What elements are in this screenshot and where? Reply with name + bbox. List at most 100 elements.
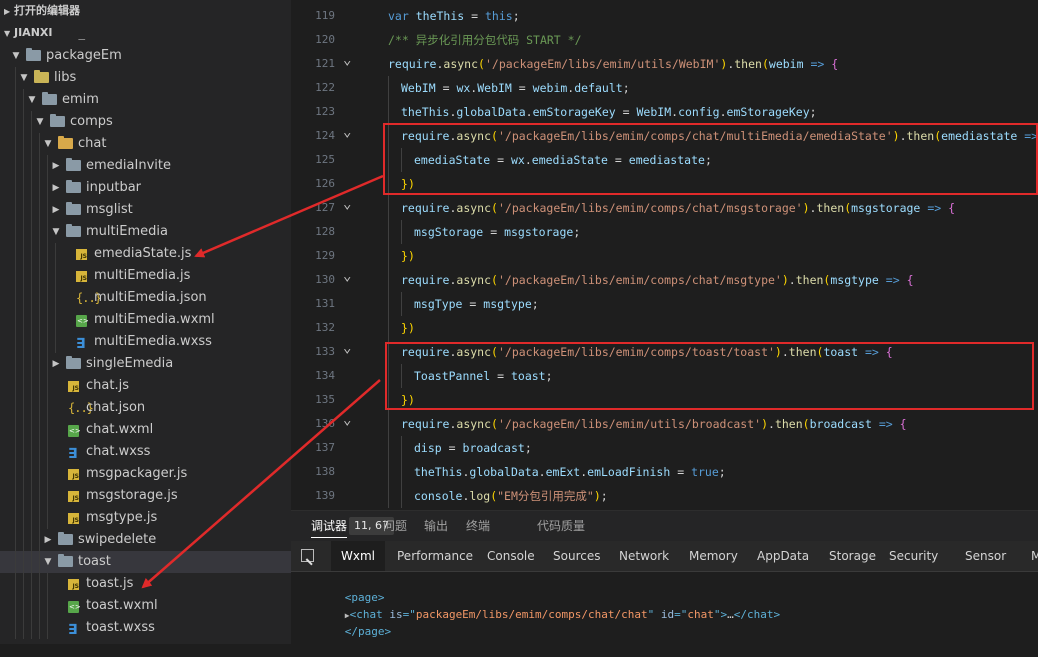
devtools-tab[interactable]: Wxml	[331, 541, 385, 571]
tree-item[interactable]: ▼ multiEmedia	[0, 221, 291, 243]
chevron-down-icon[interactable]: ▼	[18, 67, 30, 89]
tree-item[interactable]: ▼ packageEm	[0, 45, 291, 67]
devtools-tab[interactable]: Sources	[543, 541, 610, 571]
code-text: theThis.globalData.emStorageKey = WebIM.…	[401, 105, 817, 119]
tag-text: </page>	[344, 625, 392, 638]
tree-item[interactable]: {..} chat.json	[0, 397, 291, 419]
tree-item[interactable]: ▼ libs	[0, 67, 291, 89]
tree-item[interactable]: msgtype.js	[0, 507, 291, 529]
panel-tab[interactable]: 代码质量	[537, 511, 585, 541]
tree-item[interactable]: ∃ toast.wxss	[0, 617, 291, 639]
code-line[interactable]: 138 theThis.globalData.emExt.emLoadFinish…	[291, 460, 1038, 484]
devtools-tab[interactable]: Security	[879, 541, 948, 571]
tree-item[interactable]: ▼ chat	[0, 133, 291, 155]
dom-node-page-open[interactable]: <page>	[305, 572, 385, 604]
tree-item[interactable]: chat.js	[0, 375, 291, 397]
fold-chevron-icon[interactable]: ⌄	[343, 408, 351, 432]
tree-item-label: chat.wxml	[86, 422, 154, 437]
chevron-right-icon[interactable]: ▶	[50, 199, 62, 221]
chevron-down-icon[interactable]: ▼	[50, 221, 62, 243]
tree-item[interactable]: ▼ comps	[0, 111, 291, 133]
code-line[interactable]: 137 disp = broadcast;	[291, 436, 1038, 460]
chevron-right-icon[interactable]: ▶	[50, 177, 62, 199]
attr-name: id	[660, 608, 675, 621]
code-line[interactable]: 139 console.log("EM分包引用完成");	[291, 484, 1038, 508]
tree-item[interactable]: msgpackager.js	[0, 463, 291, 485]
panel-tab[interactable]: 调试器	[311, 511, 348, 541]
fold-chevron-icon[interactable]: ⌄	[343, 48, 351, 72]
code-line[interactable]: 131 msgType = msgtype;	[291, 292, 1038, 316]
fold-chevron-icon[interactable]: ⌄	[343, 120, 351, 144]
tree-item[interactable]: ▶ msglist	[0, 199, 291, 221]
chevron-right-icon[interactable]: ▶	[50, 155, 62, 177]
attr-value: packageEm/libs/emim/comps/chat/chat	[415, 608, 648, 621]
chevron-down-icon[interactable]: ▼	[42, 551, 54, 573]
line-number: 129	[315, 249, 335, 262]
code-line[interactable]: 122 WebIM = wx.WebIM = webim.default;	[291, 76, 1038, 100]
fold-chevron-icon[interactable]: ⌄	[343, 264, 351, 288]
line-number: 130	[315, 273, 335, 286]
wxss-file-icon: ∃	[68, 446, 78, 462]
devtools-tab[interactable]: Memory	[679, 541, 748, 571]
section-open-editors[interactable]: ▶ 打开的编辑器	[0, 0, 291, 22]
code-line[interactable]: 132})	[291, 316, 1038, 340]
devtools-tab[interactable]: Storage	[819, 541, 886, 571]
chevron-down-icon[interactable]: ▼	[42, 133, 54, 155]
tree-item[interactable]: {..} multiEmedia.json	[0, 287, 291, 309]
code-line[interactable]: 129})	[291, 244, 1038, 268]
devtools-tab[interactable]: Performance	[387, 541, 483, 571]
tree-item[interactable]: toast.js	[0, 573, 291, 595]
line-number: 127	[315, 201, 335, 214]
code-line[interactable]: 120 /** 异步化引用分包代码 START */	[291, 28, 1038, 52]
inspect-element-icon[interactable]	[301, 549, 314, 562]
code-text: disp = broadcast;	[414, 441, 532, 455]
tree-item[interactable]: ▶ singleEmedia	[0, 353, 291, 375]
line-number: 135	[315, 393, 335, 406]
folder-icon	[66, 180, 81, 193]
panel-tab[interactable]: 问题	[383, 511, 407, 541]
fold-chevron-icon[interactable]: ⌄	[343, 192, 351, 216]
tree-item[interactable]: multiEmedia.wxml	[0, 309, 291, 331]
chevron-right-icon[interactable]: ▶	[42, 529, 54, 551]
tree-item[interactable]: multiEmedia.js	[0, 265, 291, 287]
tree-item[interactable]: ▶ swipedelete	[0, 529, 291, 551]
tree-item[interactable]: ▶ emediaInvite	[0, 155, 291, 177]
tree-item[interactable]: ▶ inputbar	[0, 177, 291, 199]
code-line[interactable]: 128 msgStorage = msgstorage;	[291, 220, 1038, 244]
chevron-down-icon[interactable]: ▼	[10, 45, 22, 67]
line-number: 134	[315, 369, 335, 382]
tree-item[interactable]: chat.wxml	[0, 419, 291, 441]
dom-node-chat[interactable]: ▶<chat is="packageEm/libs/emim/comps/cha…	[305, 589, 780, 621]
code-editor[interactable]: 119 var theThis = this; 120 /** 异步化引用分包代码 S…	[291, 0, 1038, 510]
code-line[interactable]: 127 ⌄ require.async('/packageEm/libs/emim/…	[291, 196, 1038, 220]
tree-item[interactable]: toast.wxml	[0, 595, 291, 617]
code-line[interactable]: 123 theThis.globalData.emStorageKey = Web…	[291, 100, 1038, 124]
devtools-tab[interactable]: Sensor	[955, 541, 1016, 571]
devtools-tab[interactable]: AppData	[747, 541, 819, 571]
ellipsis: …	[727, 608, 734, 621]
code-line[interactable]: 136 ⌄ require.async('/packageEm/libs/emim/…	[291, 412, 1038, 436]
chevron-down-icon[interactable]: ▼	[26, 89, 38, 111]
devtools-tab[interactable]: Mo	[1021, 541, 1038, 571]
code-line[interactable]: 121 ⌄ require.async('/packageEm/libs/emim/…	[291, 52, 1038, 76]
tree-item[interactable]: ▼ emim	[0, 89, 291, 111]
code-line[interactable]: 119 var theThis = this;	[291, 4, 1038, 28]
panel-tab[interactable]: 输出	[424, 511, 448, 541]
code-text: require.async('/packageEm/libs/emim/util…	[401, 417, 907, 431]
code-line[interactable]: 130 ⌄ require.async('/packageEm/libs/emim/…	[291, 268, 1038, 292]
tree-item[interactable]: ∃ chat.wxss	[0, 441, 291, 463]
panel-tab[interactable]: 终端	[466, 511, 490, 541]
tree-item[interactable]: msgstorage.js	[0, 485, 291, 507]
tag-name-close: chat	[747, 608, 774, 621]
fold-chevron-icon[interactable]: ⌄	[343, 336, 351, 360]
devtools-tab[interactable]: Network	[609, 541, 679, 571]
tree-item-label: packageEm	[46, 48, 122, 63]
tree-item[interactable]: ∃ multiEmedia.wxss	[0, 331, 291, 353]
tree-item[interactable]: ▼ toast	[0, 551, 291, 573]
folder-icon	[66, 224, 81, 237]
tree-item[interactable]: emediaState.js	[0, 243, 291, 265]
chevron-right-icon[interactable]: ▶	[50, 353, 62, 375]
chevron-down-icon[interactable]: ▼	[34, 111, 46, 133]
dom-node-page-close[interactable]: </page>	[305, 606, 391, 638]
devtools-tab[interactable]: Console	[477, 541, 545, 571]
